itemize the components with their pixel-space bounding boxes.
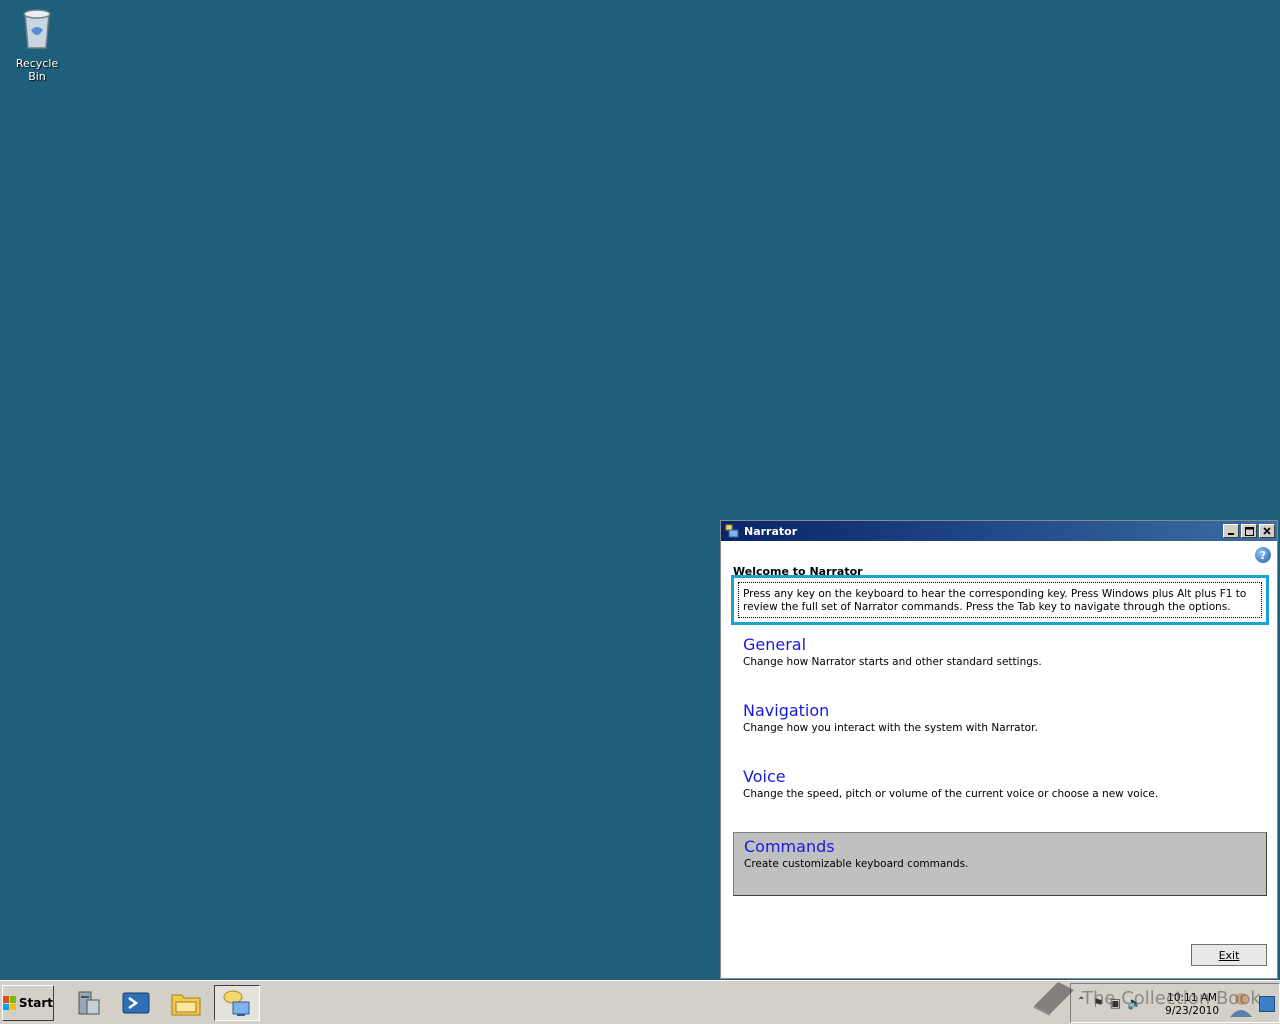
narrator-app-icon (725, 524, 739, 538)
window-title: Narrator (744, 524, 798, 538)
option-description: Change the speed, pitch or volume of the… (743, 788, 1159, 800)
start-label: Start (18, 996, 53, 1010)
desktop-icon-label: Recycle Bin (15, 57, 59, 83)
clock-date: 9/23/2010 (1165, 1005, 1219, 1017)
powershell-icon (122, 992, 150, 1014)
taskbar-app-powershell[interactable] (116, 985, 156, 1021)
taskbar-app-explorer[interactable] (166, 985, 206, 1021)
taskbar: Start ⌃ ⚑ ▣ 🔈 10:11 AM 9/23/2010 (0, 980, 1280, 1024)
user-avatar-icon (1230, 993, 1252, 1017)
show-desktop-button[interactable] (1259, 996, 1275, 1012)
option-title: Navigation (743, 701, 830, 720)
maximize-button[interactable] (1241, 524, 1257, 538)
desktop-icon-recycle-bin[interactable]: Recycle Bin (6, 6, 68, 83)
clock-time: 10:11 AM (1167, 992, 1217, 1004)
action-center-flag-icon[interactable]: ⚑ (1093, 996, 1104, 1010)
windows-logo-icon (3, 996, 16, 1010)
option-title: Commands (744, 837, 835, 856)
close-icon (1263, 527, 1271, 535)
taskbar-app-narrator[interactable] (214, 985, 260, 1021)
title-bar[interactable]: Narrator (721, 521, 1277, 541)
option-title: General (743, 635, 807, 654)
option-voice[interactable]: Voice Change the speed, pitch or volume … (733, 763, 1267, 827)
explorer-icon (171, 994, 201, 1016)
maximize-icon (1244, 526, 1254, 536)
minimize-button[interactable] (1223, 524, 1239, 538)
server-manager-icon (78, 991, 100, 1015)
taskbar-app-server-manager[interactable] (68, 985, 108, 1021)
help-icon[interactable]: ? (1255, 547, 1271, 563)
intro-text: Press any key on the keyboard to hear th… (738, 582, 1262, 618)
clock[interactable]: 10:11 AM 9/23/2010 (1165, 992, 1219, 1018)
recycle-bin-icon (23, 9, 51, 49)
close-button[interactable] (1259, 524, 1275, 538)
option-description: Create customizable keyboard commands. (744, 858, 969, 870)
exit-button-label: Exit (1218, 948, 1240, 962)
intro-text-box[interactable]: Press any key on the keyboard to hear th… (731, 575, 1269, 625)
minimize-icon (1228, 533, 1234, 535)
option-commands[interactable]: Commands Create customizable keyboard co… (733, 832, 1267, 896)
start-button[interactable]: Start (2, 985, 54, 1021)
option-general[interactable]: General Change how Narrator starts and o… (733, 631, 1267, 695)
option-navigation[interactable]: Navigation Change how you interact with … (733, 697, 1267, 761)
narrator-icon (223, 990, 250, 1016)
option-description: Change how Narrator starts and other sta… (743, 656, 1042, 668)
option-description: Change how you interact with the system … (743, 722, 1038, 734)
show-hidden-icons-icon[interactable]: ⌃ (1077, 996, 1085, 1007)
exit-button[interactable]: Exit (1191, 944, 1267, 966)
option-title: Voice (743, 767, 786, 786)
network-icon[interactable]: ▣ (1110, 996, 1121, 1010)
volume-icon[interactable]: 🔈 (1127, 996, 1142, 1010)
narrator-window: Narrator ? Welcome to Narrator Press any… (720, 520, 1278, 979)
system-tray: ⌃ ⚑ ▣ 🔈 10:11 AM 9/23/2010 (1070, 983, 1280, 1023)
